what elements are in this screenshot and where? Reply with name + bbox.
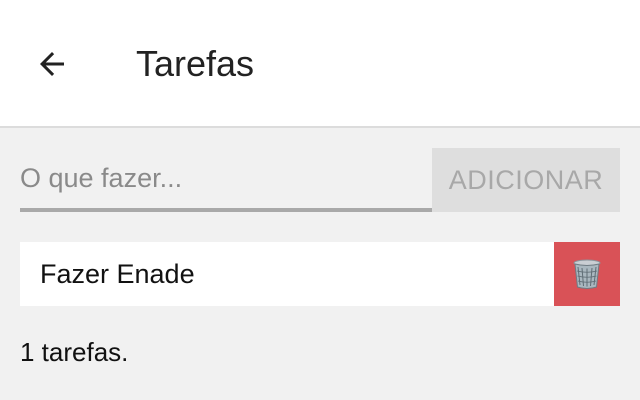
page-title: Tarefas <box>136 43 255 84</box>
delete-task-button[interactable] <box>554 242 620 306</box>
app-header: Tarefas <box>0 0 640 128</box>
back-button[interactable] <box>28 40 76 88</box>
task-input-container <box>20 148 432 212</box>
arrow-left-icon <box>40 52 64 76</box>
todo-app: Tarefas ADICIONAR Fazer Enade 1 tarefas. <box>0 0 640 400</box>
task-list-item: Fazer Enade <box>20 242 620 306</box>
trash-can-icon <box>573 259 601 289</box>
task-item-label: Fazer Enade <box>40 259 195 289</box>
task-count-text: 1 tarefas. <box>20 337 129 367</box>
task-input[interactable] <box>20 148 432 208</box>
add-task-button[interactable]: ADICIONAR <box>432 148 620 212</box>
